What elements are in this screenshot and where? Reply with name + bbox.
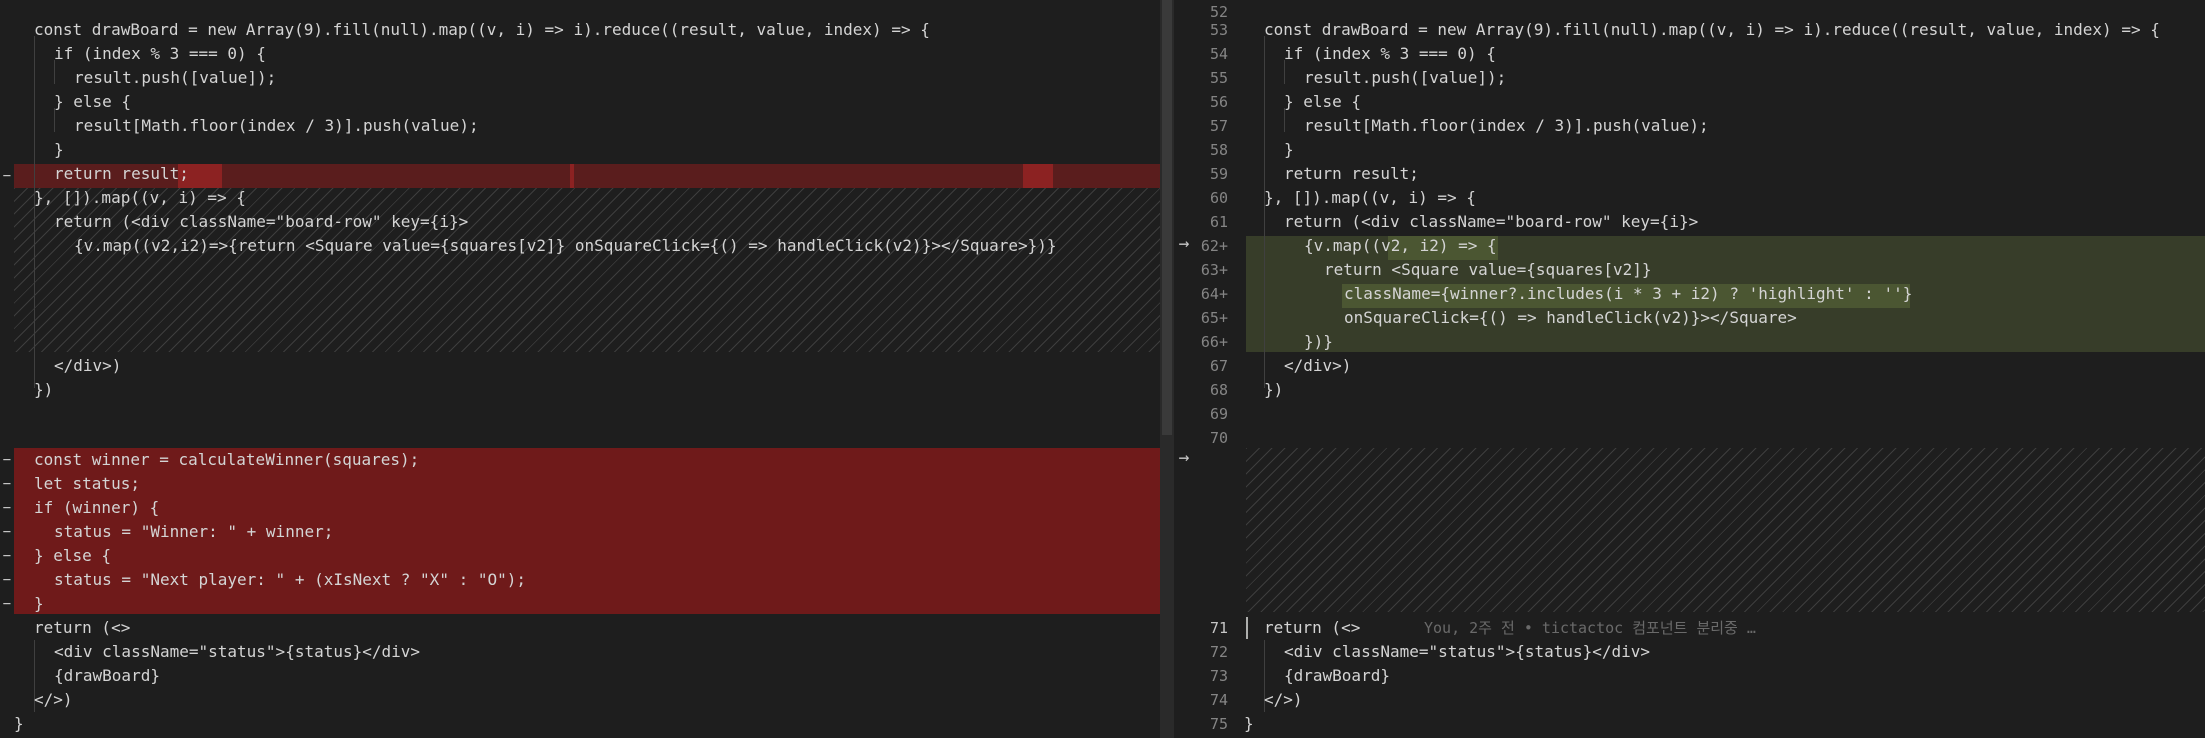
code-line[interactable]: } (1244, 712, 1254, 736)
code-line[interactable]: if (winner) { (34, 496, 159, 520)
code-line[interactable]: <div className="status">{status}</div> (1284, 640, 1650, 664)
removed-marker: − (2, 596, 12, 612)
line-number: 69 (1209, 405, 1228, 423)
line-number: 65+ (1200, 309, 1228, 327)
code-line[interactable]: return result; (1284, 162, 1419, 186)
code-line[interactable]: return (<div className="board-row" key={… (54, 210, 468, 234)
code-line-added[interactable]: {v.map((v2, i2) => { (1304, 234, 1497, 258)
code-line[interactable]: } (54, 138, 64, 162)
line-number: 60 (1209, 189, 1228, 207)
code-line[interactable]: }, []).map((v, i) => { (34, 186, 246, 210)
code-line[interactable]: {drawBoard} (1284, 664, 1390, 688)
code-line[interactable]: if (index % 3 === 0) { (54, 42, 266, 66)
code-line[interactable]: } else { (1284, 90, 1361, 114)
line-number: 55 (1209, 69, 1228, 87)
code-line[interactable]: </>) (34, 688, 73, 712)
line-number: 58 (1209, 141, 1228, 159)
code-line[interactable]: return (<> (1264, 616, 1360, 640)
scrollbar-thumb[interactable] (1162, 0, 1172, 435)
line-number: 63+ (1200, 261, 1228, 279)
removed-marker: − (2, 168, 12, 184)
line-number: 70 (1209, 429, 1228, 447)
line-number: 57 (1209, 117, 1228, 135)
code-line[interactable]: </div>) (1284, 354, 1351, 378)
code-line-added[interactable]: return <Square value={squares[v2]} (1324, 258, 1652, 282)
code-line[interactable]: return (<> (34, 616, 130, 640)
code-line-added[interactable]: className={winner?.includes(i * 3 + i2) … (1344, 282, 1912, 306)
line-number: 64+ (1200, 285, 1228, 303)
code-line[interactable]: } (34, 592, 44, 616)
diff-original-pane[interactable]: − − − − − − − − const drawBoard = new Ar… (0, 0, 1160, 738)
line-number: 75 (1209, 715, 1228, 733)
line-number: 66+ (1200, 333, 1228, 351)
code-line[interactable]: const winner = calculateWinner(squares); (34, 448, 419, 472)
line-number: 68 (1209, 381, 1228, 399)
code-line[interactable]: result[Math.floor(index / 3)].push(value… (1304, 114, 1709, 138)
line-number: 53 (1209, 21, 1228, 39)
line-number: 71 (1209, 619, 1228, 637)
removed-char-highlight (1023, 164, 1053, 188)
code-line[interactable]: </div>) (54, 354, 121, 378)
line-number: 73 (1209, 667, 1228, 685)
code-line[interactable]: } else { (34, 544, 111, 568)
code-line[interactable]: } else { (54, 90, 131, 114)
removed-marker: − (2, 572, 12, 588)
code-line[interactable]: <div className="status">{status}</div> (54, 640, 420, 664)
line-number: 72 (1209, 643, 1228, 661)
code-line[interactable]: }, []).map((v, i) => { (1264, 186, 1476, 210)
line-number: 62+ (1200, 237, 1228, 255)
code-line[interactable]: const drawBoard = new Array(9).fill(null… (34, 18, 930, 42)
removed-char-highlight (570, 164, 574, 188)
code-line[interactable]: {drawBoard} (54, 664, 160, 688)
code-line[interactable]: } (1284, 138, 1294, 162)
code-line[interactable]: return result; (54, 162, 189, 186)
code-line[interactable]: if (index % 3 === 0) { (1284, 42, 1496, 66)
removed-marker: − (2, 452, 12, 468)
removed-marker: − (2, 476, 12, 492)
code-line[interactable]: {v.map((v2,i2)=>{return <Square value={s… (74, 234, 1057, 258)
code-line[interactable]: }) (34, 378, 53, 402)
code-line[interactable]: status = "Winner: " + winner; (54, 520, 333, 544)
line-number: 54 (1209, 45, 1228, 63)
code-line-added[interactable]: onSquareClick={() => handleClick(v2)}></… (1344, 306, 1797, 330)
git-blame-annotation: You, 2주 전 • tictactoc 컴포넌트 분리중 … (1424, 619, 1756, 637)
text-cursor (1246, 617, 1248, 639)
removed-marker: − (2, 500, 12, 516)
code-line[interactable]: result[Math.floor(index / 3)].push(value… (74, 114, 479, 138)
indent-guide (1264, 36, 1265, 388)
line-number: 61 (1209, 213, 1228, 231)
code-line[interactable]: </>) (1264, 688, 1303, 712)
code-line[interactable]: result.push([value]); (1304, 66, 1506, 90)
code-line[interactable]: } (14, 712, 24, 736)
code-line[interactable]: }) (1264, 378, 1283, 402)
code-line[interactable]: let status; (34, 472, 140, 496)
line-number: 67 (1209, 357, 1228, 375)
removed-marker: − (2, 548, 12, 564)
code-line[interactable]: const drawBoard = new Array(9).fill(null… (1264, 18, 2160, 42)
code-line[interactable]: result.push([value]); (74, 66, 276, 90)
code-line[interactable]: status = "Next player: " + (xIsNext ? "X… (54, 568, 526, 592)
diff-filler-hatch (1246, 448, 2205, 612)
line-number: 59 (1209, 165, 1228, 183)
indent-guide (34, 36, 35, 388)
line-number: 74 (1209, 691, 1228, 709)
line-number: 56 (1209, 93, 1228, 111)
removed-marker: − (2, 524, 12, 540)
code-line-added[interactable]: })} (1304, 330, 1333, 354)
code-line[interactable]: return (<div className="board-row" key={… (1284, 210, 1698, 234)
